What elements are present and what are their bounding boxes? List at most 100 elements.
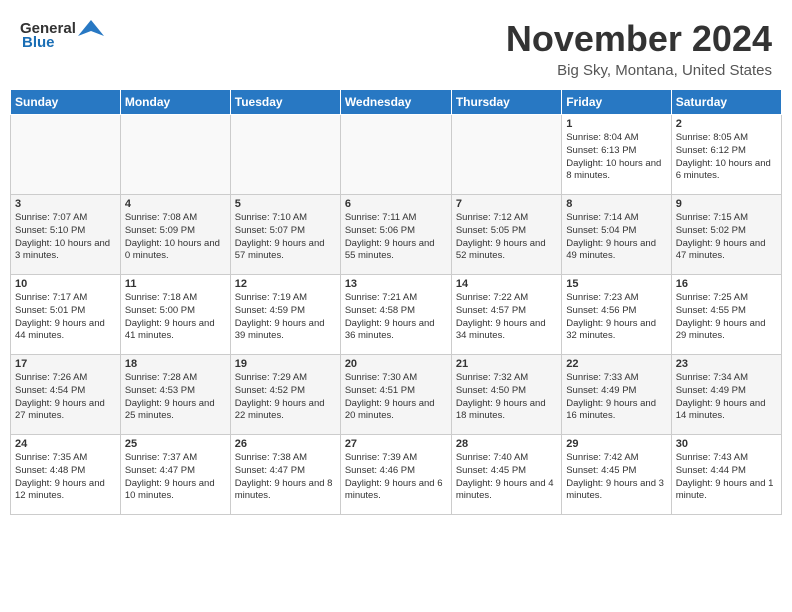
day-info: Sunrise: 7:33 AM Sunset: 4:49 PM Dayligh… bbox=[566, 372, 666, 423]
day-info: Sunrise: 7:35 AM Sunset: 4:48 PM Dayligh… bbox=[15, 452, 116, 503]
day-number: 24 bbox=[15, 438, 116, 450]
day-number: 18 bbox=[125, 358, 226, 370]
calendar-cell: 8 Sunrise: 7:14 AM Sunset: 5:04 PM Daylig… bbox=[562, 195, 671, 275]
calendar-cell: 28 Sunrise: 7:40 AM Sunset: 4:45 PM Dayli… bbox=[451, 435, 561, 515]
day-info: Sunrise: 7:10 AM Sunset: 5:07 PM Dayligh… bbox=[235, 212, 336, 263]
calendar-cell bbox=[11, 115, 121, 195]
day-info: Sunrise: 7:23 AM Sunset: 4:56 PM Dayligh… bbox=[566, 292, 666, 343]
day-number: 25 bbox=[125, 438, 226, 450]
day-number: 5 bbox=[235, 198, 336, 210]
calendar-cell: 1 Sunrise: 8:04 AM Sunset: 6:13 PM Daylig… bbox=[562, 115, 671, 195]
day-info: Sunrise: 7:26 AM Sunset: 4:54 PM Dayligh… bbox=[15, 372, 116, 423]
column-header-monday: Monday bbox=[120, 90, 230, 115]
calendar-cell: 30 Sunrise: 7:43 AM Sunset: 4:44 PM Dayli… bbox=[671, 435, 781, 515]
calendar-cell: 7Sunrise: 7:12 AM Sunset: 5:05 PM Daylig… bbox=[451, 195, 561, 275]
day-number: 28 bbox=[456, 438, 557, 450]
day-info: Sunrise: 7:29 AM Sunset: 4:52 PM Dayligh… bbox=[235, 372, 336, 423]
column-header-sunday: Sunday bbox=[11, 90, 121, 115]
day-info: Sunrise: 7:38 AM Sunset: 4:47 PM Dayligh… bbox=[235, 452, 336, 503]
day-number: 6 bbox=[345, 198, 447, 210]
calendar-cell: 24 Sunrise: 7:35 AM Sunset: 4:48 PM Dayli… bbox=[11, 435, 121, 515]
day-number: 20 bbox=[345, 358, 447, 370]
day-number: 14 bbox=[456, 278, 557, 290]
day-number: 15 bbox=[566, 278, 666, 290]
calendar-table: SundayMondayTuesdayWednesdayThursdayFrid… bbox=[10, 89, 782, 515]
day-number: 16 bbox=[676, 278, 777, 290]
day-info: Sunrise: 7:30 AM Sunset: 4:51 PM Dayligh… bbox=[345, 372, 447, 423]
day-info: Sunrise: 7:40 AM Sunset: 4:45 PM Dayligh… bbox=[456, 452, 557, 503]
calendar-cell bbox=[451, 115, 561, 195]
day-info: Sunrise: 7:11 AM Sunset: 5:06 PM Dayligh… bbox=[345, 212, 447, 263]
calendar-cell bbox=[340, 115, 451, 195]
day-info: Sunrise: 7:34 AM Sunset: 4:49 PM Dayligh… bbox=[676, 372, 777, 423]
location: Big Sky, Montana, United States bbox=[506, 62, 772, 79]
day-info: Sunrise: 7:28 AM Sunset: 4:53 PM Dayligh… bbox=[125, 372, 226, 423]
day-number: 4 bbox=[125, 198, 226, 210]
calendar-cell: 26 Sunrise: 7:38 AM Sunset: 4:47 PM Dayli… bbox=[230, 435, 340, 515]
calendar-cell: 15 Sunrise: 7:23 AM Sunset: 4:56 PM Dayli… bbox=[562, 275, 671, 355]
day-info: Sunrise: 7:18 AM Sunset: 5:00 PM Dayligh… bbox=[125, 292, 226, 343]
calendar-cell: 14 Sunrise: 7:22 AM Sunset: 4:57 PM Dayli… bbox=[451, 275, 561, 355]
calendar-cell: 6 Sunrise: 7:11 AM Sunset: 5:06 PM Daylig… bbox=[340, 195, 451, 275]
day-number: 22 bbox=[566, 358, 666, 370]
calendar-cell: 20 Sunrise: 7:30 AM Sunset: 4:51 PM Dayli… bbox=[340, 355, 451, 435]
day-info: Sunrise: 7:15 AM Sunset: 5:02 PM Dayligh… bbox=[676, 212, 777, 263]
calendar-cell: 19 Sunrise: 7:29 AM Sunset: 4:52 PM Dayli… bbox=[230, 355, 340, 435]
calendar-cell: 4 Sunrise: 7:08 AM Sunset: 5:09 PM Daylig… bbox=[120, 195, 230, 275]
calendar-cell: 29Sunrise: 7:42 AM Sunset: 4:45 PM Dayli… bbox=[562, 435, 671, 515]
title-area: November 2024 Big Sky, Montana, United S… bbox=[506, 18, 772, 79]
calendar-cell bbox=[230, 115, 340, 195]
day-info: Sunrise: 8:05 AM Sunset: 6:12 PM Dayligh… bbox=[676, 132, 777, 183]
calendar-cell: 2 Sunrise: 8:05 AM Sunset: 6:12 PM Daylig… bbox=[671, 115, 781, 195]
day-number: 8 bbox=[566, 198, 666, 210]
day-info: Sunrise: 7:08 AM Sunset: 5:09 PM Dayligh… bbox=[125, 212, 226, 263]
calendar-cell: 9Sunrise: 7:15 AM Sunset: 5:02 PM Daylig… bbox=[671, 195, 781, 275]
header: General Blue November 2024 Big Sky, Mont… bbox=[0, 0, 792, 89]
calendar-cell: 21 Sunrise: 7:32 AM Sunset: 4:50 PM Dayli… bbox=[451, 355, 561, 435]
day-number: 23 bbox=[676, 358, 777, 370]
day-number: 12 bbox=[235, 278, 336, 290]
logo-blue-text: Blue bbox=[22, 34, 55, 51]
calendar-cell: 16 Sunrise: 7:25 AM Sunset: 4:55 PM Dayli… bbox=[671, 275, 781, 355]
day-info: Sunrise: 7:25 AM Sunset: 4:55 PM Dayligh… bbox=[676, 292, 777, 343]
day-info: Sunrise: 7:39 AM Sunset: 4:46 PM Dayligh… bbox=[345, 452, 447, 503]
calendar-cell: 11 Sunrise: 7:18 AM Sunset: 5:00 PM Dayli… bbox=[120, 275, 230, 355]
day-number: 30 bbox=[676, 438, 777, 450]
month-title: November 2024 bbox=[506, 18, 772, 60]
day-number: 17 bbox=[15, 358, 116, 370]
day-info: Sunrise: 7:37 AM Sunset: 4:47 PM Dayligh… bbox=[125, 452, 226, 503]
calendar-cell: 3Sunrise: 7:07 AM Sunset: 5:10 PM Daylig… bbox=[11, 195, 121, 275]
day-number: 1 bbox=[566, 118, 666, 130]
calendar-cell: 5 Sunrise: 7:10 AM Sunset: 5:07 PM Daylig… bbox=[230, 195, 340, 275]
day-number: 26 bbox=[235, 438, 336, 450]
day-info: Sunrise: 7:22 AM Sunset: 4:57 PM Dayligh… bbox=[456, 292, 557, 343]
calendar-cell: 17 Sunrise: 7:26 AM Sunset: 4:54 PM Dayli… bbox=[11, 355, 121, 435]
day-number: 11 bbox=[125, 278, 226, 290]
day-info: Sunrise: 7:19 AM Sunset: 4:59 PM Dayligh… bbox=[235, 292, 336, 343]
logo: General Blue bbox=[20, 18, 104, 51]
day-info: Sunrise: 7:32 AM Sunset: 4:50 PM Dayligh… bbox=[456, 372, 557, 423]
calendar-cell: 12 Sunrise: 7:19 AM Sunset: 4:59 PM Dayli… bbox=[230, 275, 340, 355]
day-number: 10 bbox=[15, 278, 116, 290]
column-header-tuesday: Tuesday bbox=[230, 90, 340, 115]
day-info: Sunrise: 7:21 AM Sunset: 4:58 PM Dayligh… bbox=[345, 292, 447, 343]
day-number: 13 bbox=[345, 278, 447, 290]
calendar-cell: 25 Sunrise: 7:37 AM Sunset: 4:47 PM Dayli… bbox=[120, 435, 230, 515]
day-number: 3 bbox=[15, 198, 116, 210]
calendar-cell: 27Sunrise: 7:39 AM Sunset: 4:46 PM Dayli… bbox=[340, 435, 451, 515]
day-number: 2 bbox=[676, 118, 777, 130]
day-info: Sunrise: 8:04 AM Sunset: 6:13 PM Dayligh… bbox=[566, 132, 666, 183]
logo-bird-icon bbox=[78, 18, 104, 38]
calendar-cell: 13 Sunrise: 7:21 AM Sunset: 4:58 PM Dayli… bbox=[340, 275, 451, 355]
day-info: Sunrise: 7:14 AM Sunset: 5:04 PM Dayligh… bbox=[566, 212, 666, 263]
day-info: Sunrise: 7:43 AM Sunset: 4:44 PM Dayligh… bbox=[676, 452, 777, 503]
day-info: Sunrise: 7:12 AM Sunset: 5:05 PM Dayligh… bbox=[456, 212, 557, 263]
calendar-cell: 18 Sunrise: 7:28 AM Sunset: 4:53 PM Dayli… bbox=[120, 355, 230, 435]
day-info: Sunrise: 7:42 AM Sunset: 4:45 PM Dayligh… bbox=[566, 452, 666, 503]
day-number: 19 bbox=[235, 358, 336, 370]
calendar-cell: 10Sunrise: 7:17 AM Sunset: 5:01 PM Dayli… bbox=[11, 275, 121, 355]
day-number: 21 bbox=[456, 358, 557, 370]
column-header-wednesday: Wednesday bbox=[340, 90, 451, 115]
calendar-cell bbox=[120, 115, 230, 195]
column-header-saturday: Saturday bbox=[671, 90, 781, 115]
